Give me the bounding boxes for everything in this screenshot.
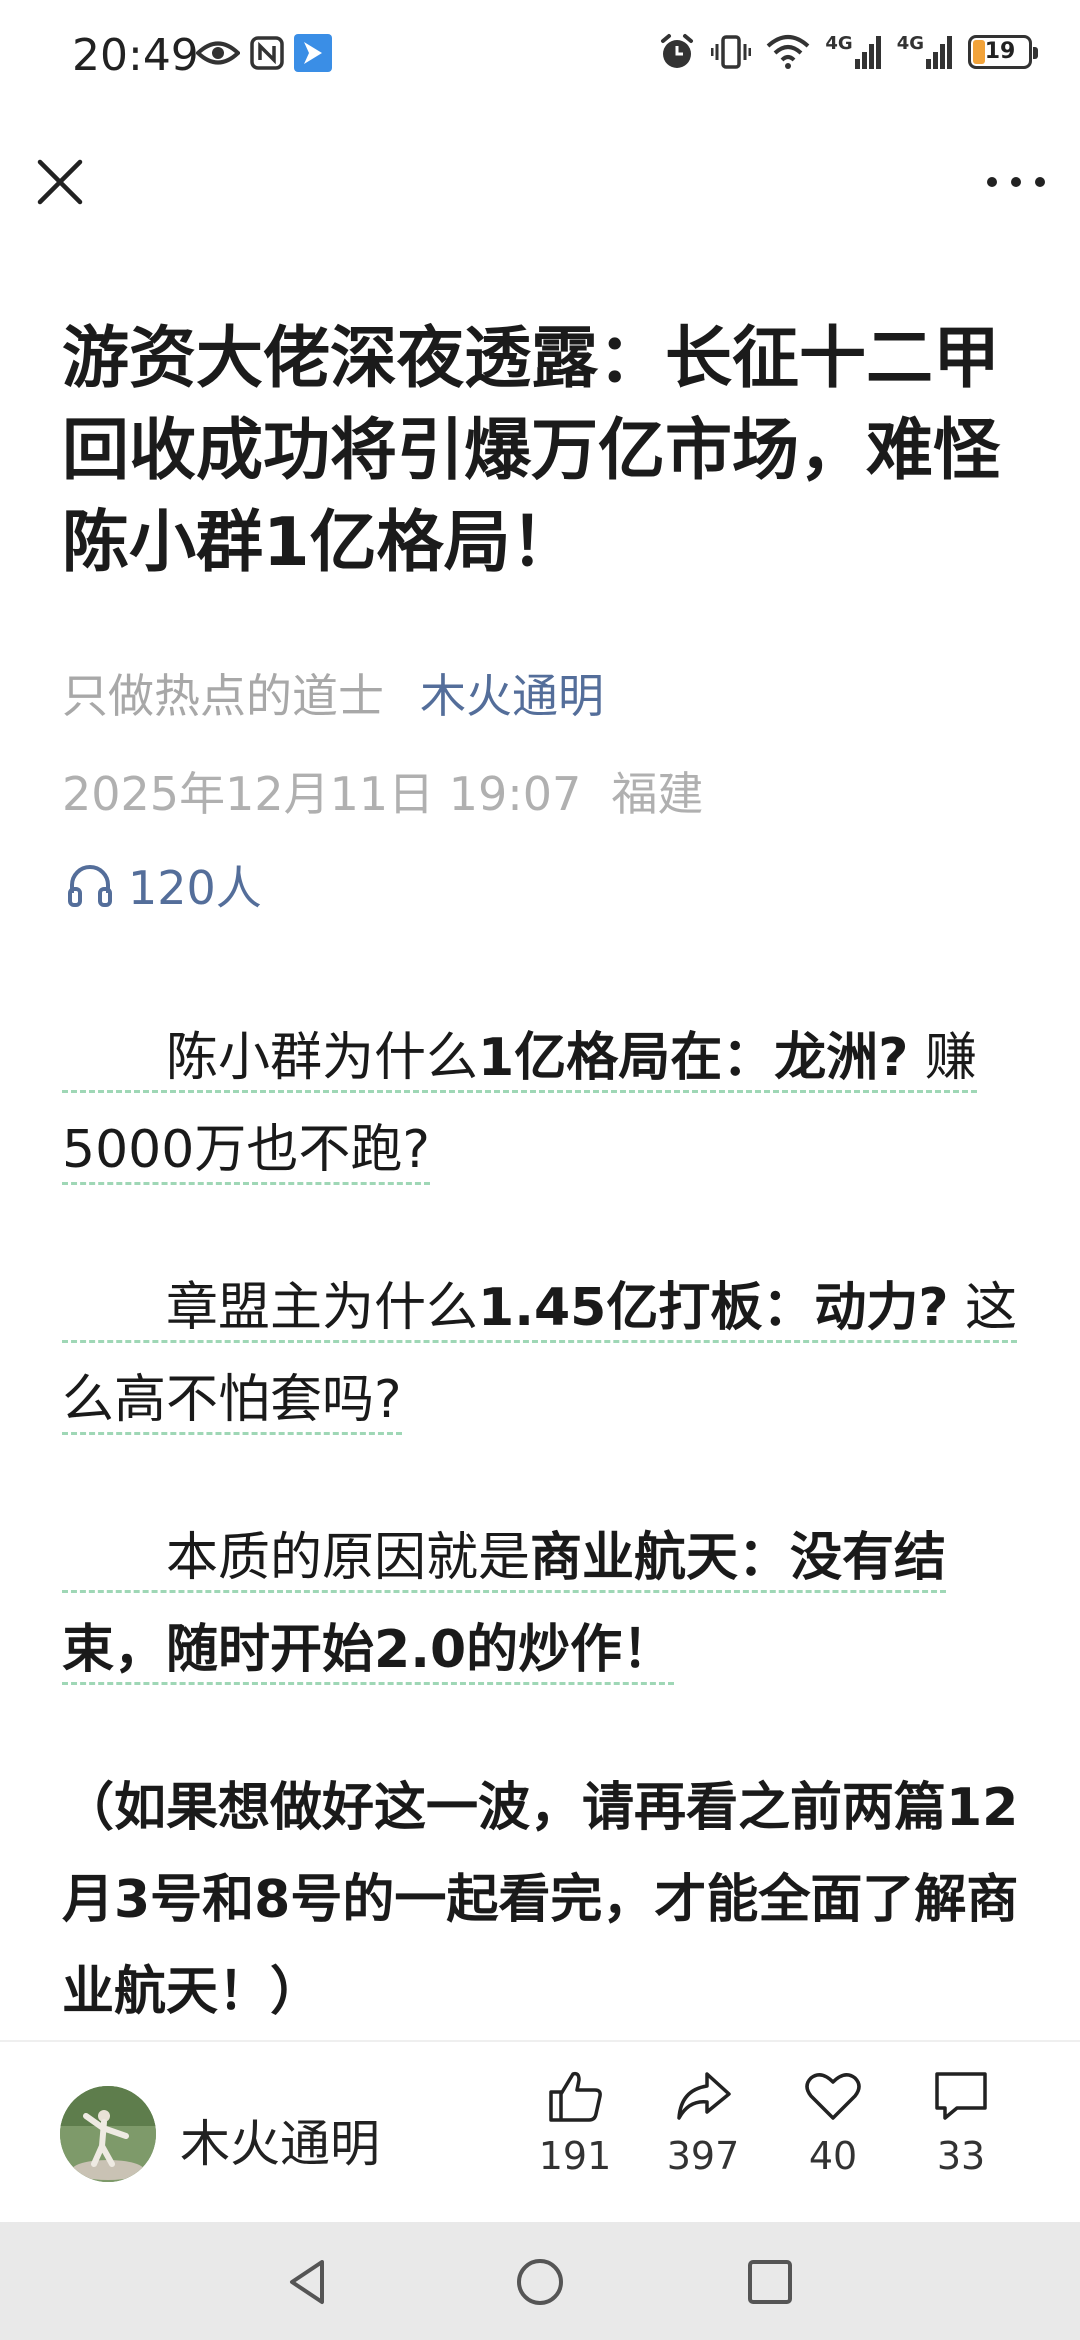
article-source-line: 只做热点的道士 木火通明 bbox=[62, 660, 604, 726]
paragraph-text: 本质的原因就是 bbox=[166, 1528, 531, 1588]
signal-1: 4G bbox=[825, 35, 882, 69]
paragraph-bold: 1亿格局在：龙洲? bbox=[478, 1028, 909, 1088]
bottom-action-bar: 木火通明 191 397 40 33 bbox=[0, 2040, 1080, 2224]
paragraph-indent bbox=[62, 1278, 166, 1338]
like-count: 191 bbox=[538, 2134, 612, 2178]
publish-datetime: 2025年12月11日 19:07 bbox=[62, 767, 582, 821]
paragraph-text: 陈小群为什么 bbox=[166, 1028, 479, 1088]
signal-bars-icon bbox=[926, 36, 952, 69]
vibrate-icon bbox=[711, 35, 752, 69]
paragraph: （如果想做好这一波，请再看之前两篇12月3号和8号的一起看完，才能全面了解商业航… bbox=[62, 1778, 1019, 2022]
signal-bars-icon bbox=[854, 36, 881, 69]
app-notification-icon bbox=[294, 34, 332, 72]
battery-icon: 19 bbox=[968, 35, 1038, 69]
comment-icon bbox=[935, 2072, 987, 2120]
recent-apps-icon[interactable] bbox=[744, 2256, 796, 2308]
top-toolbar bbox=[0, 140, 1080, 220]
wifi-icon bbox=[767, 35, 810, 69]
favorite-count: 40 bbox=[808, 2134, 858, 2178]
back-icon[interactable] bbox=[282, 2256, 334, 2308]
home-icon[interactable] bbox=[514, 2256, 566, 2308]
paragraph-text: 章盟主为什么 bbox=[166, 1278, 479, 1338]
paragraph-bold: ，随时开始2.0的炒作！ bbox=[114, 1620, 675, 1680]
author-name[interactable]: 木火通明 bbox=[180, 2104, 380, 2176]
listen-button[interactable]: 120人 bbox=[66, 852, 262, 918]
avatar[interactable] bbox=[60, 2086, 156, 2182]
listener-count: 120人 bbox=[128, 861, 262, 915]
status-time: 20:49 bbox=[72, 30, 199, 81]
paragraph: 陈小群为什么1亿格局在：龙洲? 赚5000万也不跑? bbox=[62, 1012, 1020, 1196]
paragraph-indent bbox=[62, 1028, 166, 1088]
headphones-icon bbox=[68, 865, 112, 907]
comment-button[interactable]: 33 bbox=[906, 2068, 1016, 2178]
avatar-image bbox=[60, 2086, 156, 2182]
publish-location: 福建 bbox=[611, 767, 704, 821]
like-button[interactable]: 191 bbox=[520, 2068, 630, 2178]
article-title: 游资大佬深夜透露：长征十二甲回收成功将引爆万亿市场，难怪陈小群1亿格局！ bbox=[62, 319, 1000, 581]
paragraph: 章盟主为什么1.45亿打板：动力? 这么高不怕套吗? bbox=[62, 1262, 1020, 1446]
system-nav-bar bbox=[0, 2222, 1080, 2340]
share-icon bbox=[677, 2072, 731, 2120]
article-meta: 2025年12月11日 19:07 福建 bbox=[62, 758, 703, 824]
status-left-icons bbox=[196, 34, 332, 72]
status-right-icons: 4G 4G 19 bbox=[657, 32, 1038, 72]
alarm-icon bbox=[661, 34, 694, 68]
paragraph: 本质的原因就是商业航天：没有结束，随时开始2.0的炒作！ bbox=[62, 1512, 1020, 1696]
share-button[interactable]: 397 bbox=[648, 2068, 758, 2178]
paragraph-indent bbox=[62, 1528, 166, 1588]
thumbs-up-icon bbox=[549, 2071, 602, 2122]
battery-level: 19 bbox=[984, 39, 1016, 64]
author-link[interactable]: 木火通明 bbox=[420, 669, 604, 723]
article-source: 只做热点的道士 bbox=[62, 669, 384, 723]
share-count: 397 bbox=[666, 2134, 740, 2178]
more-icon[interactable] bbox=[980, 158, 1052, 206]
favorite-button[interactable]: 40 bbox=[778, 2068, 888, 2178]
network-type-label: 4G bbox=[896, 33, 924, 54]
close-icon[interactable] bbox=[30, 152, 90, 212]
network-type-label: 4G bbox=[825, 33, 853, 54]
eye-icon bbox=[196, 41, 240, 65]
paragraph-bold: 1.45亿打板：动力? bbox=[478, 1278, 949, 1338]
heart-icon bbox=[805, 2073, 861, 2120]
status-bar: 20:49 4G 4G 19 bbox=[0, 0, 1080, 120]
signal-2: 4G bbox=[897, 35, 954, 69]
comment-count: 33 bbox=[936, 2134, 986, 2178]
nfc-icon bbox=[250, 36, 284, 70]
